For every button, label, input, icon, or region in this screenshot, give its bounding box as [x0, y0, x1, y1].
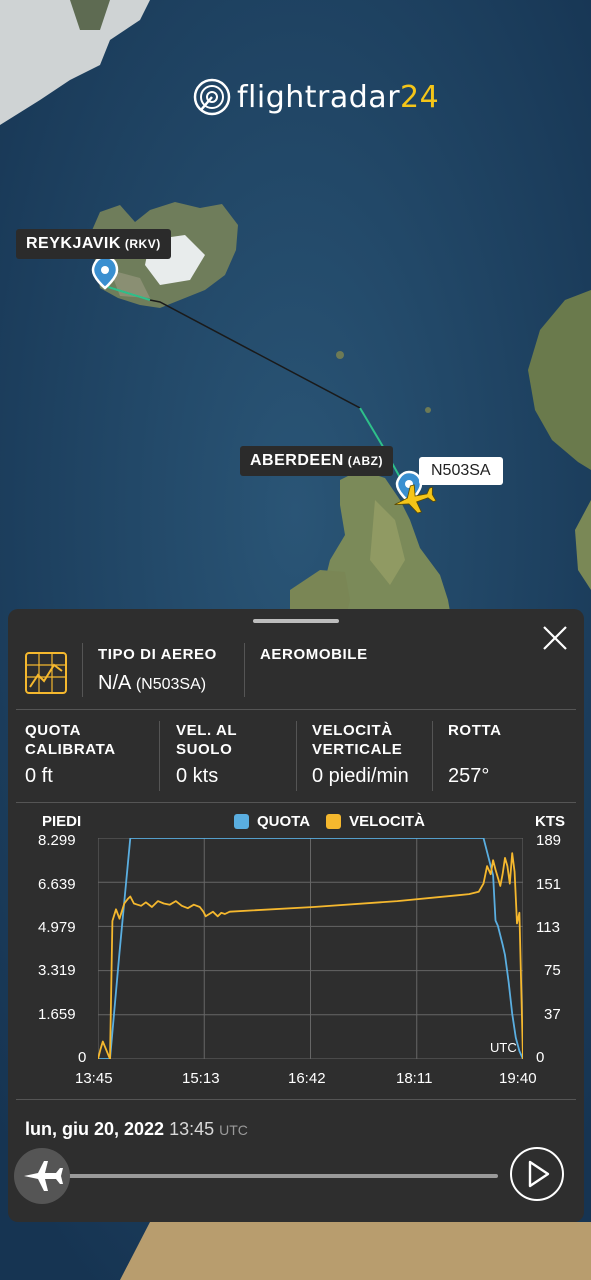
stat-ground-speed-value: 0 kts — [176, 765, 219, 787]
right-tick: 151 — [536, 876, 562, 893]
altitude-speed-chart[interactable] — [98, 838, 523, 1059]
origin-airport-label[interactable]: REYKJAVIK (RKV) — [16, 229, 171, 259]
legend-speed-swatch — [326, 814, 342, 829]
legend-speed-label: VELOCITÀ — [349, 813, 425, 830]
right-tick: 0 — [536, 1049, 545, 1066]
left-tick: 1.659 — [38, 1006, 76, 1023]
playback-slider[interactable] — [46, 1174, 498, 1178]
origin-airport-name: REYKJAVIK — [26, 235, 121, 252]
aircraft-type-label: TIPO DI AEREO — [98, 646, 217, 663]
radar-logo-icon — [193, 78, 231, 116]
left-tick: 6.639 — [38, 876, 76, 893]
destination-airport-name: ABERDEEN — [250, 452, 344, 469]
aircraft-type-value: N/A (N503SA) — [98, 672, 207, 694]
x-tick: 16:42 — [288, 1070, 326, 1087]
airplane-icon — [24, 1161, 63, 1191]
left-tick: 8.299 — [38, 832, 76, 849]
stat-calibrated-altitude-label: QUOTA CALIBRATA — [25, 722, 116, 758]
left-tick: 4.979 — [38, 919, 76, 936]
origin-airport-code: (RKV) — [124, 237, 161, 251]
close-icon[interactable] — [540, 623, 570, 653]
destination-airport-label[interactable]: ABERDEEN (ABZ) — [240, 446, 393, 476]
stat-track-value: 257° — [448, 765, 490, 787]
legend-altitude-swatch — [234, 814, 249, 829]
x-tick: 15:13 — [182, 1070, 220, 1087]
playback-slider-handle[interactable] — [14, 1148, 70, 1204]
legend-altitude-label: QUOTA — [257, 813, 311, 830]
play-icon — [528, 1160, 550, 1188]
left-tick: 3.319 — [38, 962, 76, 979]
destination-airport-code: (ABZ) — [347, 454, 383, 468]
aircraft-chart-icon — [25, 652, 67, 694]
logo-text: flightradar24 — [237, 79, 440, 115]
x-tick: 18:11 — [396, 1070, 433, 1087]
playback-date-time: 13:45 — [169, 1119, 215, 1139]
chart-legend: QUOTA VELOCITÀ — [234, 813, 425, 830]
panel-drag-handle[interactable] — [253, 619, 339, 623]
stat-vertical-speed-label: VELOCITÀ VERTICALE — [312, 722, 403, 758]
right-tick: 189 — [536, 832, 562, 849]
right-tick: 113 — [536, 919, 560, 936]
playback-date-tz: UTC — [219, 1122, 248, 1138]
stat-calibrated-altitude-value: 0 ft — [25, 765, 53, 787]
playback-date-day: lun, giu 20, 2022 — [25, 1119, 165, 1139]
stat-ground-speed-label: VEL. AL SUOLO — [176, 722, 238, 758]
aircraft-callsign-label[interactable]: N503SA — [419, 457, 503, 485]
aircraft-label: AEROMOBILE — [260, 646, 368, 663]
right-tick: 37 — [544, 1006, 561, 1023]
x-tick: 19:40 — [499, 1070, 537, 1087]
stat-track-label: ROTTA — [448, 722, 502, 739]
x-tick: 13:45 — [75, 1070, 113, 1087]
right-tick: 75 — [544, 962, 561, 979]
left-tick: 0 — [78, 1049, 87, 1066]
flight-info-panel: TIPO DI AEREO N/A (N503SA) AEROMOBILE QU… — [8, 609, 584, 1222]
flightradar24-logo: flightradar24 — [193, 78, 439, 116]
chart-right-axis-title: KTS — [535, 813, 565, 830]
chart-left-axis-title: PIEDI — [42, 813, 82, 830]
stat-vertical-speed-value: 0 piedi/min — [312, 765, 409, 787]
playback-date: lun, giu 20, 2022 13:45 UTC — [25, 1119, 248, 1140]
play-button[interactable] — [510, 1147, 564, 1201]
